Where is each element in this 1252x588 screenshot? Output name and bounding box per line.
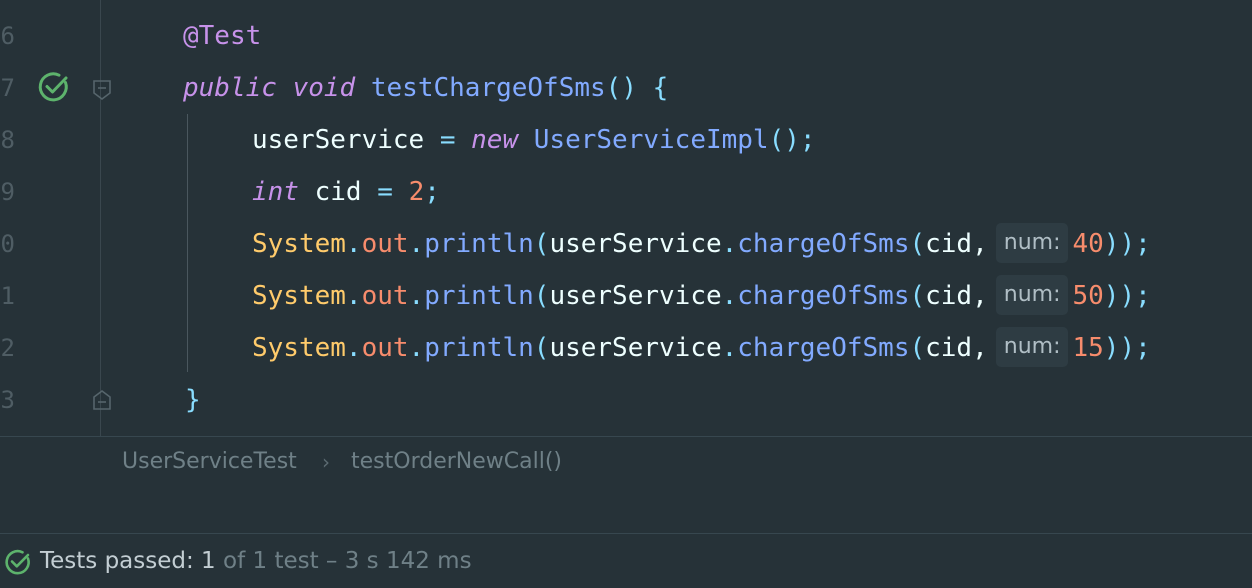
code-text: System.out.println(userService.chargeOfS… bbox=[252, 218, 1151, 270]
breadcrumb-class[interactable]: UserServiceTest bbox=[122, 437, 297, 487]
operator: = bbox=[439, 125, 456, 155]
close-parens: )); bbox=[1103, 281, 1151, 311]
dot: . bbox=[721, 229, 738, 259]
parameter-hint: num: bbox=[995, 326, 1069, 367]
dot: . bbox=[408, 281, 425, 311]
line-number: 08 bbox=[0, 126, 15, 154]
field-out: out bbox=[361, 229, 409, 259]
class-name: UserServiceImpl bbox=[533, 125, 769, 155]
code-text: @Test bbox=[183, 10, 261, 62]
code-line[interactable]: 07 public void testChargeOfSms() { bbox=[0, 62, 1252, 114]
code-text: System.out.println(userService.chargeOfS… bbox=[252, 322, 1151, 374]
close-parens: )); bbox=[1103, 229, 1151, 259]
keyword-void: void bbox=[292, 73, 356, 103]
status-message[interactable]: Tests passed: 1 of 1 test – 3 s 142 ms bbox=[40, 534, 472, 588]
dot: . bbox=[345, 281, 362, 311]
code-text: } bbox=[185, 374, 201, 426]
number-literal: 40 bbox=[1072, 229, 1104, 259]
method-charge: chargeOfSms bbox=[737, 229, 910, 259]
variable: userService bbox=[549, 333, 722, 363]
field-out: out bbox=[361, 333, 409, 363]
line-number: 09 bbox=[0, 178, 15, 206]
semicolon: ; bbox=[424, 177, 440, 207]
call-tail: (); bbox=[768, 125, 816, 155]
test-passed-icon bbox=[5, 549, 30, 575]
code-text: int cid = 2; bbox=[252, 166, 440, 218]
paren: ( bbox=[533, 281, 550, 311]
close-parens: )); bbox=[1103, 333, 1151, 363]
class-system: System bbox=[252, 333, 346, 363]
code-text: System.out.println(userService.chargeOfS… bbox=[252, 270, 1151, 322]
code-line[interactable]: 06 @Test bbox=[0, 10, 1252, 62]
method-charge: chargeOfSms bbox=[737, 281, 910, 311]
breadcrumb: UserServiceTest › testOrderNewCall() bbox=[0, 436, 1252, 488]
close-brace: } bbox=[185, 385, 201, 415]
paren: ( bbox=[533, 229, 550, 259]
line-number: 03 bbox=[0, 386, 15, 414]
argument: cid, bbox=[925, 333, 988, 363]
number-literal: 2 bbox=[408, 177, 425, 207]
test-passed-icon[interactable] bbox=[37, 70, 71, 104]
field-out: out bbox=[361, 281, 409, 311]
indent-guide bbox=[187, 114, 188, 372]
method-println: println bbox=[424, 333, 534, 363]
number-literal: 15 bbox=[1072, 333, 1104, 363]
breadcrumb-separator: › bbox=[322, 450, 330, 474]
dot: . bbox=[408, 333, 425, 363]
method-name: testChargeOfSms bbox=[370, 73, 606, 103]
paren: ( bbox=[909, 281, 926, 311]
parens: () bbox=[605, 73, 637, 103]
dot: . bbox=[345, 333, 362, 363]
argument: cid, bbox=[925, 281, 988, 311]
line-number: 07 bbox=[0, 74, 15, 102]
code-text: userService = new UserServiceImpl(); bbox=[252, 114, 816, 166]
keyword-public: public bbox=[183, 73, 277, 103]
variable: cid bbox=[314, 177, 362, 207]
line-number: 01 bbox=[0, 282, 15, 310]
method-charge: chargeOfSms bbox=[737, 333, 910, 363]
open-brace: { bbox=[652, 73, 669, 103]
method-println: println bbox=[424, 229, 534, 259]
code-editor[interactable]: 06 @Test 07 public void testChargeOfSms(… bbox=[0, 0, 1252, 436]
dot: . bbox=[721, 333, 738, 363]
panel-spacer bbox=[0, 487, 1252, 534]
paren: ( bbox=[909, 229, 926, 259]
paren: ( bbox=[533, 333, 550, 363]
tests-detail: of 1 test – 3 s 142 ms bbox=[215, 548, 472, 574]
argument: cid, bbox=[925, 229, 988, 259]
class-system: System bbox=[252, 281, 346, 311]
tests-passed-label: Tests passed: 1 bbox=[40, 548, 216, 574]
class-system: System bbox=[252, 229, 346, 259]
annotation: @Test bbox=[183, 21, 262, 51]
variable: userService bbox=[549, 281, 722, 311]
keyword-new: new bbox=[471, 125, 519, 155]
code-text: public void testChargeOfSms() { bbox=[183, 62, 668, 114]
number-literal: 50 bbox=[1072, 281, 1104, 311]
line-number: 06 bbox=[0, 22, 15, 50]
paren: ( bbox=[909, 333, 926, 363]
breadcrumb-method[interactable]: testOrderNewCall() bbox=[351, 437, 562, 487]
variable: userService bbox=[252, 125, 425, 155]
parameter-hint: num: bbox=[995, 274, 1069, 315]
line-number: 00 bbox=[0, 230, 15, 258]
variable: userService bbox=[549, 229, 722, 259]
unfold-icon[interactable] bbox=[92, 389, 112, 411]
fold-icon[interactable] bbox=[92, 79, 112, 101]
status-bar: Tests passed: 1 of 1 test – 3 s 142 ms bbox=[0, 534, 1252, 588]
parameter-hint: num: bbox=[995, 222, 1069, 263]
operator: = bbox=[377, 177, 393, 207]
dot: . bbox=[408, 229, 425, 259]
keyword-int: int bbox=[252, 177, 299, 207]
dot: . bbox=[721, 281, 738, 311]
code-line[interactable]: 03 } bbox=[0, 374, 1252, 426]
dot: . bbox=[345, 229, 362, 259]
method-println: println bbox=[424, 281, 534, 311]
line-number: 02 bbox=[0, 334, 15, 362]
